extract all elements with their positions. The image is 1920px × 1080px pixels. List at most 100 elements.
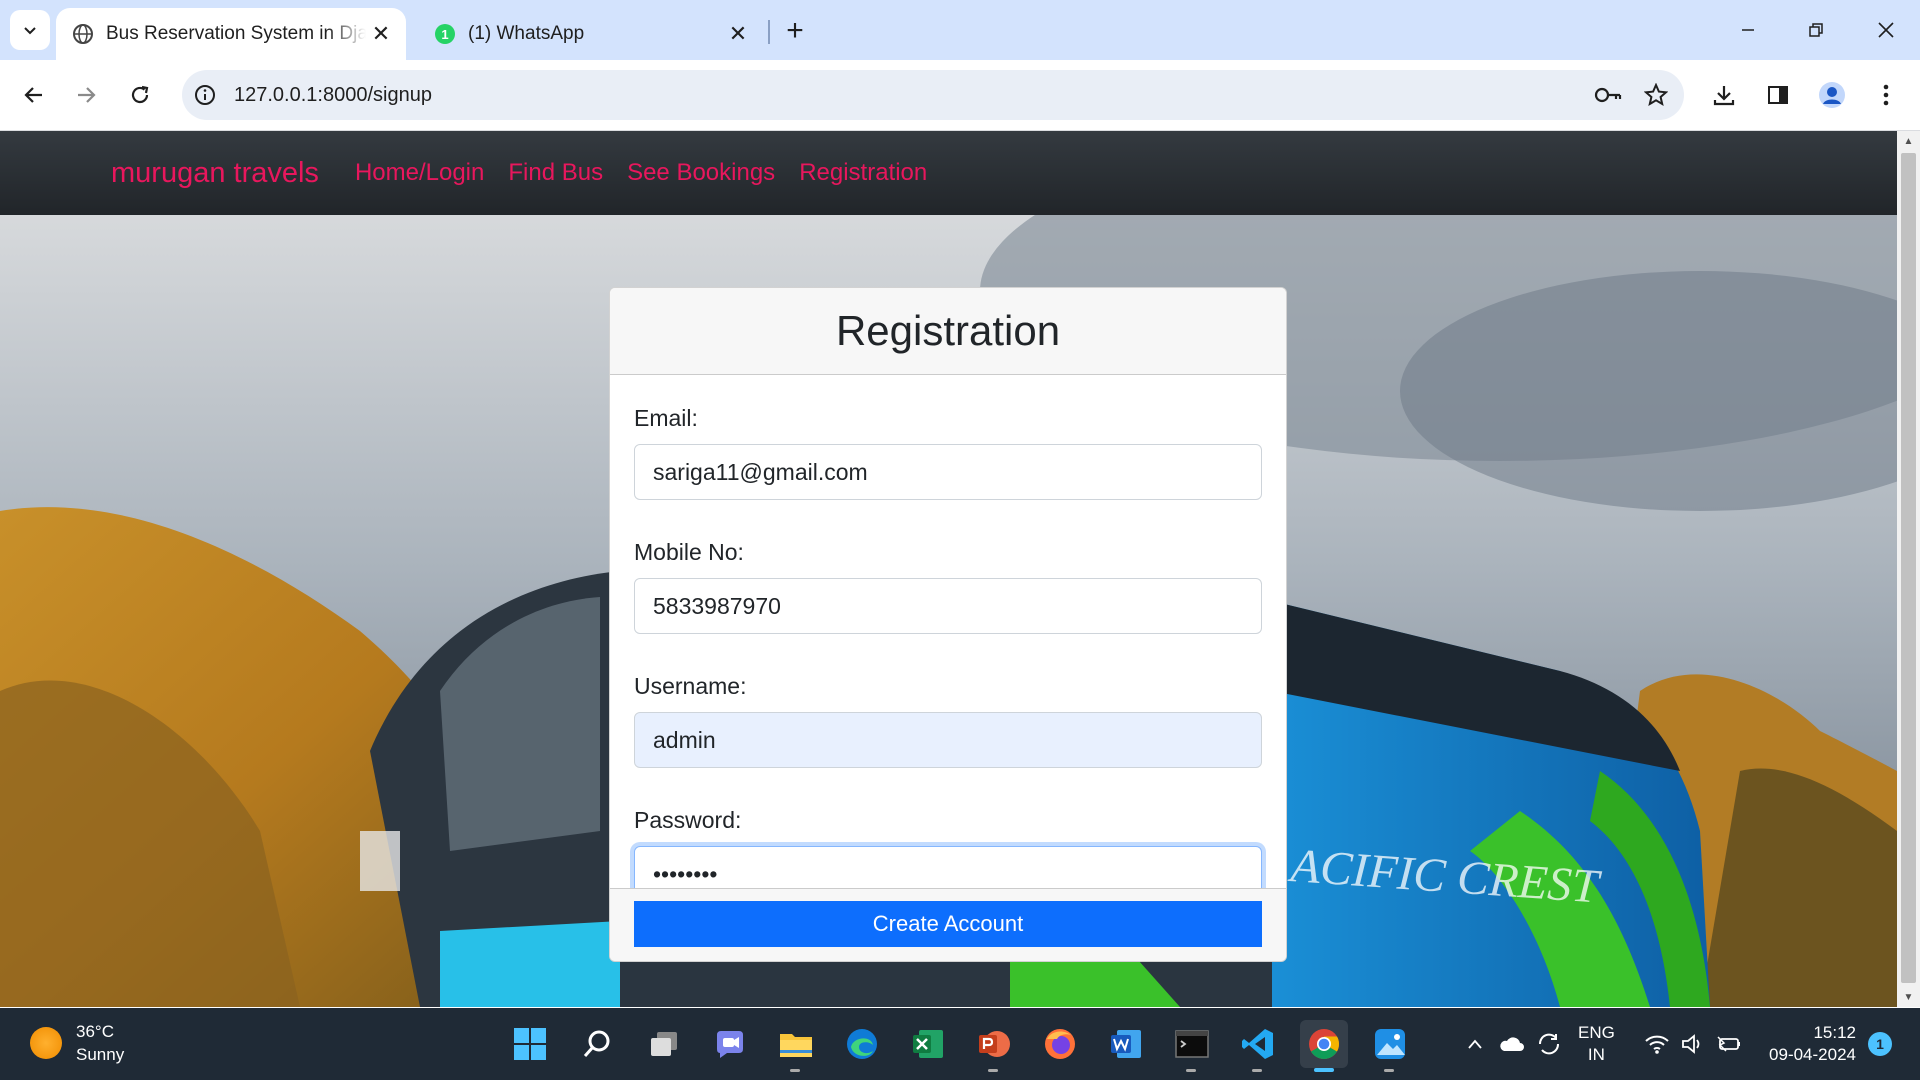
scroll-down-icon[interactable]: ▼ (1897, 987, 1920, 1007)
tab-whatsapp[interactable]: 1 (1) WhatsApp ✕ (418, 8, 763, 60)
page-viewport: ACIFIC CREST murugan travels Home/Login … (0, 131, 1897, 1007)
lang-line2: IN (1587, 1045, 1605, 1064)
teams-chat-app[interactable] (706, 1020, 754, 1068)
more-vert-icon (1883, 84, 1889, 106)
globe-icon (72, 23, 94, 45)
notification-badge[interactable]: 1 (1868, 1032, 1892, 1056)
close-tab-icon[interactable]: ✕ (366, 19, 396, 49)
side-panel-icon (1768, 86, 1788, 104)
forward-button[interactable] (66, 75, 106, 115)
registration-form: Email: Mobile No: Username: Password: (610, 375, 1286, 902)
photos-app[interactable] (1366, 1020, 1414, 1072)
download-icon (1713, 86, 1735, 106)
language-indicator[interactable]: ENG IN (1578, 1022, 1615, 1066)
minimize-button[interactable] (1720, 8, 1776, 52)
menu-button[interactable] (1866, 75, 1906, 115)
search-icon (583, 1030, 610, 1057)
reload-button[interactable] (120, 75, 160, 115)
photos-icon (1375, 1029, 1405, 1059)
volume-icon[interactable] (1676, 1020, 1710, 1068)
tab-title: Bus Reservation System in Dja (106, 23, 366, 44)
username-field[interactable] (634, 712, 1262, 768)
mobile-field[interactable] (634, 578, 1262, 634)
password-key-icon[interactable] (1588, 75, 1628, 115)
scroll-up-icon[interactable]: ▲ (1897, 131, 1920, 151)
running-indicator (1252, 1069, 1262, 1072)
address-bar[interactable]: 127.0.0.1:8000/signup (182, 70, 1684, 120)
clock-time: 15:12 (1813, 1023, 1856, 1042)
card-title: Registration (610, 288, 1286, 375)
firefox-app[interactable] (1036, 1020, 1084, 1068)
clock-date: 09-04-2024 (1769, 1045, 1856, 1064)
weather-temp: 36°C (76, 1022, 114, 1041)
word-app[interactable] (1102, 1020, 1150, 1068)
start-button[interactable] (506, 1020, 554, 1068)
page-scrollbar[interactable]: ▲ ▼ (1897, 131, 1920, 1007)
close-tab-icon[interactable]: ✕ (723, 19, 753, 49)
vscode-icon (1242, 1029, 1273, 1059)
chevron-down-icon (24, 27, 36, 35)
arrow-left-icon (24, 87, 42, 103)
terminal-icon (1175, 1030, 1209, 1058)
scrollbar-thumb[interactable] (1901, 153, 1916, 983)
password-label: Password: (634, 807, 742, 833)
tab-title: (1) WhatsApp (468, 23, 585, 44)
card-footer: Create Account (610, 888, 1286, 961)
running-indicator (1186, 1069, 1196, 1072)
running-indicator (988, 1069, 998, 1072)
close-window-button[interactable] (1858, 8, 1914, 52)
nav-registration[interactable]: Registration (799, 159, 927, 187)
active-indicator (1314, 1068, 1334, 1072)
brand-logo[interactable]: murugan travels (111, 157, 319, 190)
search-button[interactable] (573, 1020, 621, 1068)
create-account-button[interactable]: Create Account (634, 901, 1262, 947)
restore-icon (1809, 23, 1823, 37)
running-indicator (790, 1069, 800, 1072)
file-explorer-app[interactable] (772, 1020, 820, 1072)
side-panel-button[interactable] (1758, 75, 1798, 115)
battery-icon[interactable] (1712, 1020, 1746, 1068)
tab-search-button[interactable] (10, 10, 50, 50)
mobile-label: Mobile No: (634, 539, 744, 565)
show-hidden-icons-button[interactable] (1462, 1020, 1488, 1068)
vscode-app[interactable] (1234, 1020, 1282, 1072)
browser-toolbar: 127.0.0.1:8000/signup (0, 60, 1920, 131)
weather-condition: Sunny (76, 1045, 125, 1064)
back-button[interactable] (14, 75, 54, 115)
restore-button[interactable] (1788, 8, 1844, 52)
powerpoint-app[interactable] (970, 1020, 1018, 1072)
nav-home-login[interactable]: Home/Login (355, 159, 484, 187)
windows-taskbar: 36°C Sunny ENG IN 15:12 09-04-2024 1 (0, 1008, 1920, 1080)
avatar-icon (1819, 82, 1845, 108)
bookmark-star-icon[interactable] (1636, 75, 1676, 115)
sync-icon[interactable] (1532, 1020, 1566, 1068)
excel-app[interactable] (904, 1020, 952, 1068)
wifi-icon[interactable] (1640, 1020, 1674, 1068)
downloads-button[interactable] (1704, 75, 1744, 115)
profile-button[interactable] (1812, 75, 1852, 115)
nav-find-bus[interactable]: Find Bus (508, 159, 603, 187)
weather-widget[interactable]: 36°C Sunny (30, 1020, 124, 1066)
edge-app[interactable] (838, 1020, 886, 1068)
system-clock[interactable]: 15:12 09-04-2024 (1760, 1022, 1856, 1066)
minimize-icon (1742, 29, 1754, 31)
sun-icon (30, 1027, 62, 1059)
nav-see-bookings[interactable]: See Bookings (627, 159, 775, 187)
tab-bus-reservation[interactable]: Bus Reservation System in Dja ✕ (56, 8, 406, 60)
chrome-app[interactable] (1300, 1020, 1348, 1072)
site-info-icon[interactable] (192, 82, 218, 108)
task-view-button[interactable] (640, 1020, 688, 1068)
excel-icon (913, 1030, 943, 1058)
new-tab-button[interactable]: + (778, 14, 812, 48)
onedrive-icon[interactable] (1494, 1020, 1528, 1068)
terminal-app[interactable] (1168, 1020, 1216, 1072)
lang-line1: ENG (1578, 1023, 1615, 1042)
word-icon (1111, 1030, 1141, 1058)
url-text[interactable]: 127.0.0.1:8000/signup (234, 84, 1588, 107)
email-field[interactable] (634, 444, 1262, 500)
site-navbar: murugan travels Home/Login Find Bus See … (0, 131, 1897, 215)
email-label: Email: (634, 405, 698, 431)
arrow-right-icon (78, 87, 96, 103)
username-label: Username: (634, 673, 747, 699)
reload-icon (131, 85, 149, 104)
